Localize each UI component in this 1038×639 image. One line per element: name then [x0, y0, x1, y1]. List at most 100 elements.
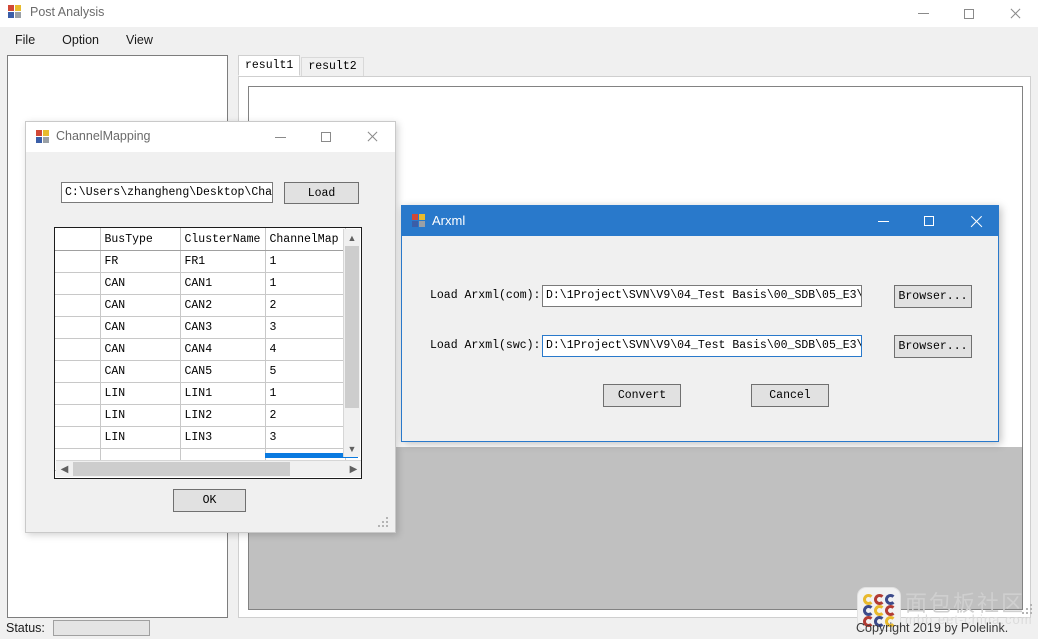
channel-mapping-dialog: ChannelMapping C:\Users\zhangheng\Deskto…	[25, 121, 396, 533]
close-icon[interactable]	[349, 122, 395, 152]
horizontal-scroll-thumb[interactable]	[73, 462, 290, 476]
table-row[interactable]: CAN CAN3 3	[55, 316, 346, 339]
table-header-row: BusType ClusterName ChannelMap	[55, 228, 346, 251]
browser-swc-button[interactable]: Browser...	[894, 335, 972, 358]
app-icon	[36, 130, 52, 144]
tab-result1[interactable]: result1	[238, 55, 301, 76]
load-button[interactable]: Load	[284, 182, 359, 204]
maximize-icon[interactable]	[303, 122, 349, 152]
app-icon	[412, 214, 428, 228]
arxml-dialog: Arxml Load Arxml(com): D:\1Project\SVN\V…	[401, 205, 999, 442]
browser-com-button[interactable]: Browser...	[894, 285, 972, 308]
cell-channelmap[interactable]: 1	[265, 272, 346, 295]
channel-mapping-titlebar: ChannelMapping	[26, 122, 395, 153]
row-selector[interactable]	[55, 426, 101, 449]
cell-clustername[interactable]: CAN2	[180, 294, 266, 317]
row-selector[interactable]	[55, 272, 101, 295]
arxml-window-controls	[860, 206, 998, 236]
cell-clustername[interactable]: FR1	[180, 250, 266, 273]
cell-bustype[interactable]: LIN	[100, 404, 181, 427]
menu-item-option[interactable]: Option	[50, 30, 111, 50]
status-value-box	[53, 620, 150, 636]
cell-channelmap[interactable]: 3	[265, 316, 346, 339]
grid-horizontal-scrollbar[interactable]: ◀ ▶	[56, 460, 361, 477]
tab-result2[interactable]: result2	[301, 57, 364, 76]
minimize-icon[interactable]	[900, 0, 946, 27]
status-label: Status:	[6, 621, 45, 635]
chevron-up-icon[interactable]: ▲	[344, 229, 360, 246]
cell-channelmap[interactable]: 4	[265, 338, 346, 361]
row-selector[interactable]	[55, 250, 101, 273]
cell-bustype[interactable]: CAN	[100, 272, 181, 295]
table-row[interactable]: LIN LIN2 2	[55, 404, 346, 427]
minimize-icon[interactable]	[860, 206, 906, 236]
channel-mapping-window-controls	[257, 122, 395, 152]
main-window-controls	[900, 0, 1038, 27]
cell-channelmap[interactable]: 5	[265, 360, 346, 383]
channel-mapping-path-input[interactable]: C:\Users\zhangheng\Desktop\ChannelM	[61, 182, 273, 203]
cell-channelmap[interactable]: 2	[265, 294, 346, 317]
minimize-icon[interactable]	[257, 122, 303, 152]
main-resize-grip[interactable]	[1021, 601, 1035, 615]
load-arxml-com-label: Load Arxml(com):	[430, 289, 541, 302]
row-selector[interactable]	[55, 404, 101, 427]
cell-bustype[interactable]: CAN	[100, 338, 181, 361]
close-icon[interactable]	[992, 0, 1038, 27]
convert-button[interactable]: Convert	[603, 384, 681, 407]
column-header-channelmap[interactable]: ChannelMap	[265, 228, 346, 251]
cell-bustype[interactable]: CAN	[100, 316, 181, 339]
close-icon[interactable]	[952, 206, 998, 236]
ok-button[interactable]: OK	[173, 489, 246, 512]
cell-bustype[interactable]: LIN	[100, 382, 181, 405]
cell-clustername[interactable]: CAN1	[180, 272, 266, 295]
cell-channelmap[interactable]: 2	[265, 404, 346, 427]
cell-channelmap[interactable]: 1	[265, 382, 346, 405]
maximize-icon[interactable]	[906, 206, 952, 236]
chevron-right-icon[interactable]: ▶	[345, 461, 361, 477]
load-arxml-com-input[interactable]: D:\1Project\SVN\V9\04_Test Basis\00_SDB\…	[542, 285, 862, 307]
table-row[interactable]: LIN LIN3 3	[55, 426, 346, 449]
row-selector[interactable]	[55, 338, 101, 361]
menubar: File Option View	[0, 27, 1038, 52]
cell-clustername[interactable]: LIN3	[180, 426, 266, 449]
table-row[interactable]: LIN LIN1 1	[55, 382, 346, 405]
row-selector[interactable]	[55, 316, 101, 339]
table-row[interactable]: CAN CAN1 1	[55, 272, 346, 295]
vertical-scroll-thumb[interactable]	[345, 246, 359, 408]
cell-bustype[interactable]: CAN	[100, 294, 181, 317]
menu-item-file[interactable]: File	[3, 30, 47, 50]
cell-channelmap[interactable]: 1	[265, 250, 346, 273]
row-selector[interactable]	[55, 360, 101, 383]
column-header-clustername[interactable]: ClusterName	[180, 228, 266, 251]
table-row[interactable]: CAN CAN4 4	[55, 338, 346, 361]
load-arxml-swc-input[interactable]: D:\1Project\SVN\V9\04_Test Basis\00_SDB\…	[542, 335, 862, 357]
column-header-bustype[interactable]: BusType	[100, 228, 181, 251]
arxml-titlebar: Arxml	[402, 206, 998, 236]
maximize-icon[interactable]	[946, 0, 992, 27]
main-titlebar: Post Analysis	[0, 0, 1038, 28]
grid-vertical-scrollbar[interactable]: ▲ ▼	[343, 229, 360, 457]
cell-clustername[interactable]: CAN4	[180, 338, 266, 361]
chevron-down-icon[interactable]: ▼	[344, 440, 360, 457]
cell-bustype[interactable]: FR	[100, 250, 181, 273]
table-row[interactable]: CAN CAN5 5	[55, 360, 346, 383]
cell-clustername[interactable]: LIN1	[180, 382, 266, 405]
table-row[interactable]: CAN CAN2 2	[55, 294, 346, 317]
channel-mapping-table: BusType ClusterName ChannelMap FR FR1 1 …	[55, 228, 346, 471]
cell-clustername[interactable]: CAN3	[180, 316, 266, 339]
cell-bustype[interactable]: LIN	[100, 426, 181, 449]
column-header-index[interactable]	[55, 228, 101, 251]
cell-channelmap[interactable]: 3	[265, 426, 346, 449]
chevron-left-icon[interactable]: ◀	[56, 461, 73, 477]
row-selector[interactable]	[55, 294, 101, 317]
row-selector[interactable]	[55, 382, 101, 405]
cell-bustype[interactable]: CAN	[100, 360, 181, 383]
cancel-button[interactable]: Cancel	[751, 384, 829, 407]
cell-clustername[interactable]: LIN2	[180, 404, 266, 427]
channel-mapping-grid[interactable]: BusType ClusterName ChannelMap FR FR1 1 …	[54, 227, 362, 479]
menu-item-view[interactable]: View	[114, 30, 165, 50]
copyright-text: Copyright 2019 by Polelink.	[856, 621, 1009, 635]
table-row[interactable]: FR FR1 1	[55, 250, 346, 273]
cell-clustername[interactable]: CAN5	[180, 360, 266, 383]
channel-mapping-resize-grip[interactable]	[377, 514, 391, 528]
